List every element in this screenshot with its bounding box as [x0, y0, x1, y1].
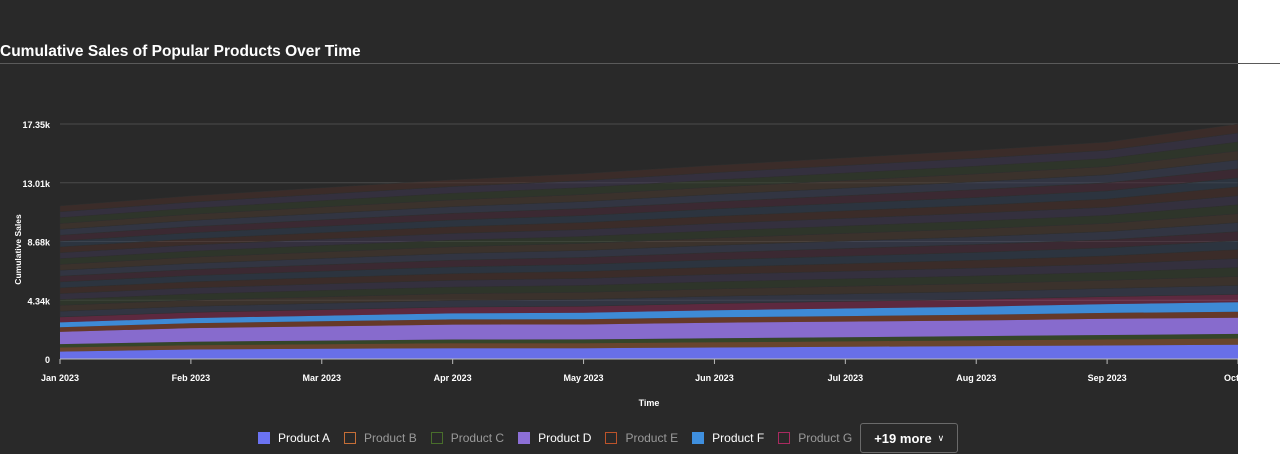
legend-label: Product E: [625, 431, 679, 445]
x-axis-title: Time: [639, 398, 660, 408]
legend-item-product-c[interactable]: Product C: [430, 431, 505, 445]
x-tick-label: Feb 2023: [172, 373, 211, 383]
x-tick-label: Aug 2023: [956, 373, 996, 383]
title-divider: [0, 63, 1280, 64]
x-tick-label: Jun 2023: [695, 373, 734, 383]
y-tick-label: 13.01k: [22, 179, 51, 189]
legend-label: Product F: [712, 431, 765, 445]
chart-title: Cumulative Sales of Popular Products Ove…: [0, 43, 361, 60]
area-chart: 0 4.34k 8.68k 13.01k 17.35k Jan 2023 Feb 2023 M…: [13, 120, 1238, 408]
x-tick-label: Sep 2023: [1088, 373, 1127, 383]
legend-label: Product B: [364, 431, 417, 445]
x-tick-label: Mar 2023: [303, 373, 342, 383]
legend-label: Product A: [278, 431, 331, 445]
legend-more-label: +19 more: [874, 430, 932, 446]
legend-more-button[interactable]: +19 more ∨: [860, 423, 959, 453]
legend-swatch: [258, 432, 270, 444]
legend-item-product-a[interactable]: Product A: [258, 431, 330, 445]
y-tick-label: 8.68k: [27, 238, 51, 248]
x-tick-label: Apr 2023: [434, 373, 472, 383]
legend-swatch: [605, 432, 618, 444]
legend-item-product-f[interactable]: Product F: [692, 431, 764, 445]
x-tick-label: Jul 2023: [828, 373, 864, 383]
legend-swatch: [692, 432, 705, 444]
y-tick-label: 4.34k: [27, 296, 51, 306]
legend-label: Product G: [798, 431, 853, 445]
legend-label: Product C: [450, 431, 505, 445]
legend-item-product-d[interactable]: Product D: [518, 431, 591, 445]
legend-item-product-g[interactable]: Product G: [778, 431, 852, 445]
x-tick-label: May 2023: [564, 373, 604, 383]
x-tick-label: Jan 2023: [41, 373, 79, 383]
y-axis-title: Cumulative Sales: [13, 214, 23, 285]
y-tick-label: 17.35k: [22, 120, 51, 130]
legend-swatch: [344, 432, 357, 444]
legend-label: Product D: [538, 431, 592, 445]
legend-swatch: [430, 432, 443, 444]
chevron-down-icon: ∨: [937, 432, 945, 443]
legend-swatch: [778, 432, 791, 444]
chart-legend: Product A Product B Product C Product D Prod…: [258, 422, 959, 454]
y-tick-label: 0: [45, 355, 50, 365]
x-tick-label: Oct: [1224, 373, 1238, 383]
legend-item-product-e[interactable]: Product E: [605, 431, 678, 445]
legend-item-product-b[interactable]: Product B: [344, 431, 417, 445]
legend-swatch: [518, 432, 531, 444]
